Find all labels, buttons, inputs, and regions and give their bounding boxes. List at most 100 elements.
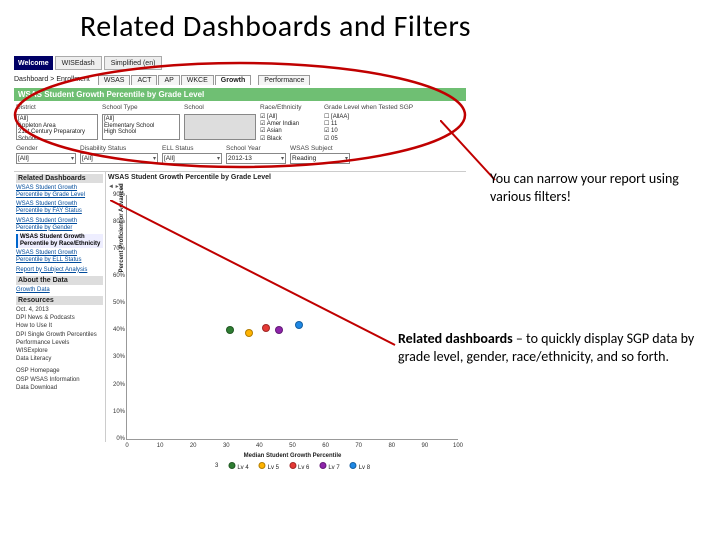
y-tick: 60% [109, 273, 125, 279]
data-point[interactable] [262, 324, 270, 332]
filter-multiselect-empty[interactable] [184, 114, 256, 140]
filter-dropdowns-row: Gender[All]Disability Status[All]ELL Sta… [16, 145, 464, 164]
filter-label: ELL Status [162, 145, 222, 152]
breadcrumb-sep: > [50, 76, 54, 83]
filter-multiselect[interactable]: [All] Elementary School High School [102, 114, 180, 140]
sidebar-resource-item[interactable]: WISExplore [16, 348, 103, 355]
filter-select[interactable]: 2012-13 [226, 153, 286, 164]
sidebar-related-link[interactable]: WSAS Student Growth Percentile by Gender [16, 218, 103, 232]
filter-checklist[interactable]: ☐ [AllAA]☐ 11☑ 10☑ 05 [324, 114, 406, 143]
filter-multiselect[interactable]: [All] Appleton Area 21st Century Prepara… [16, 114, 98, 140]
callout-related-bold: Related dashboards [398, 330, 513, 347]
tab-wsas[interactable]: WSAS [98, 75, 131, 85]
sidebar-resource-item[interactable]: Data Literacy [16, 356, 103, 363]
x-tick: 90 [422, 443, 429, 449]
y-tick: 70% [109, 246, 125, 252]
tab-ap[interactable]: AP [158, 75, 179, 85]
x-tick: 60 [322, 443, 329, 449]
sidebar-related-link[interactable]: WSAS Student Growth Percentile by Grade … [16, 185, 103, 199]
x-tick: 50 [289, 443, 296, 449]
filter-checklist[interactable]: ☑ [All]☑ Amer Indian☑ Asian☑ Black [260, 114, 320, 143]
y-tick: 30% [109, 354, 125, 360]
y-tick: 40% [109, 327, 125, 333]
tab-performance[interactable]: Performance [258, 75, 310, 85]
filter-label: WSAS Subject [290, 145, 350, 152]
y-tick: 20% [109, 382, 125, 388]
x-tick: 80 [388, 443, 395, 449]
callout-related: Related dashboards – to quickly display … [398, 330, 698, 365]
legend-prefix: 3 [215, 463, 218, 469]
chart-nav-icons[interactable]: ◄ ▸ ⤓ [108, 183, 464, 191]
chart-legend: 3 Lv 4 Lv 5 Lv 6 Lv 7 Lv 8 [215, 462, 370, 471]
legend-item: Lv 6 [289, 462, 309, 471]
chart-title: WSAS Student Growth Percentile by Grade … [108, 174, 464, 181]
x-tick: 70 [355, 443, 362, 449]
data-point[interactable] [295, 321, 303, 329]
sidebar-related-link[interactable]: WSAS Student Growth Percentile by Race/E… [16, 234, 103, 248]
chart-area: WSAS Student Growth Percentile by Grade … [106, 172, 466, 442]
filter-select[interactable]: [All] [80, 153, 158, 164]
breadcrumb-root[interactable]: Dashboard [14, 76, 48, 83]
x-tick: 100 [453, 443, 463, 449]
tab-growth[interactable]: Growth [215, 75, 252, 85]
sidebar-footer-link[interactable]: Data Download [16, 385, 103, 392]
sidebar-head-about: About the Data [16, 276, 103, 285]
callout-filters: You can narrow your report using various… [490, 170, 700, 205]
x-tick: 40 [256, 443, 263, 449]
breadcrumb-leaf[interactable]: Enrollment [56, 76, 89, 83]
sidebar-head-related: Related Dashboards [16, 174, 103, 183]
data-point[interactable] [275, 326, 283, 334]
filter-label: Disability Status [80, 145, 158, 152]
sidebar-related-link[interactable]: WSAS Student Growth Percentile by ELL St… [16, 250, 103, 264]
filter-panel: DistrictSchool TypeSchoolRace/EthnicityG… [14, 101, 466, 172]
tab-wkce[interactable]: WKCE [181, 75, 214, 85]
y-tick: 80% [109, 219, 125, 225]
y-tick: 90% [109, 192, 125, 198]
sidebar-head-resources: Resources [16, 296, 103, 305]
filter-select[interactable]: Reading [290, 153, 350, 164]
filter-select[interactable]: [All] [16, 153, 76, 164]
sidebar-related-link[interactable]: Report by Subject Analysis [16, 267, 103, 274]
filter-select[interactable]: [All] [162, 153, 222, 164]
filter-label: District [16, 104, 98, 111]
filter-multiselects-row: [All] Appleton Area 21st Century Prepara… [16, 114, 464, 143]
x-tick: 20 [190, 443, 197, 449]
sidebar-related-link[interactable]: WSAS Student Growth Percentile by FAY St… [16, 201, 103, 215]
y-tick: 50% [109, 300, 125, 306]
tab-act[interactable]: ACT [131, 75, 157, 85]
body-row: Related Dashboards WSAS Student Growth P… [14, 172, 466, 442]
tabbar: Dashboard > Enrollment WSAS ACT AP WKCE … [14, 73, 466, 86]
sidebar-resource-item[interactable]: Oct. 4, 2013 [16, 307, 103, 314]
navbar: Welcome WISEdash Simplified (en) [14, 56, 466, 70]
data-point[interactable] [245, 329, 253, 337]
page-title: WSAS Student Growth Percentile by Grade … [14, 88, 466, 101]
nav-welcome: Welcome [14, 56, 53, 70]
x-tick: 30 [223, 443, 230, 449]
filter-label: School Year [226, 145, 286, 152]
sidebar: Related Dashboards WSAS Student Growth P… [14, 172, 106, 442]
legend-item: Lv 8 [350, 462, 370, 471]
nav-brand-link[interactable]: WISEdash [55, 56, 102, 70]
x-tick: 0 [125, 443, 128, 449]
y-tick: 10% [109, 409, 125, 415]
scatter-chart: Percent Proficient or Advanced Median St… [126, 195, 458, 440]
sidebar-resource-item[interactable]: How to Use It [16, 323, 103, 330]
sidebar-resource-item[interactable]: DPI Single Growth Percentiles [16, 332, 103, 339]
sidebar-resource-item[interactable]: DPI News & Podcasts [16, 315, 103, 322]
x-axis-label: Median Student Growth Percentile [244, 453, 342, 459]
legend-item: Lv 5 [259, 462, 279, 471]
y-tick: 0% [109, 436, 125, 442]
x-tick: 10 [157, 443, 164, 449]
sidebar-footer-link[interactable]: OSP WSAS Information [16, 377, 103, 384]
dashboard-screenshot: Welcome WISEdash Simplified (en) Dashboa… [14, 56, 466, 506]
legend-item: Lv 4 [228, 462, 248, 471]
data-point[interactable] [226, 326, 234, 334]
slide-title: Related Dashboards and Filters [0, 0, 720, 55]
filter-label: Grade Level when Tested SGP [324, 104, 406, 111]
filter-labels-row: DistrictSchool TypeSchoolRace/EthnicityG… [16, 104, 464, 112]
nav-lang-link[interactable]: Simplified (en) [104, 56, 163, 70]
sidebar-footer-link[interactable]: OSP Homepage [16, 368, 103, 375]
sidebar-resource-item[interactable]: Performance Levels [16, 340, 103, 347]
legend-item: Lv 7 [319, 462, 339, 471]
sidebar-about-link[interactable]: Growth Data [16, 287, 103, 294]
